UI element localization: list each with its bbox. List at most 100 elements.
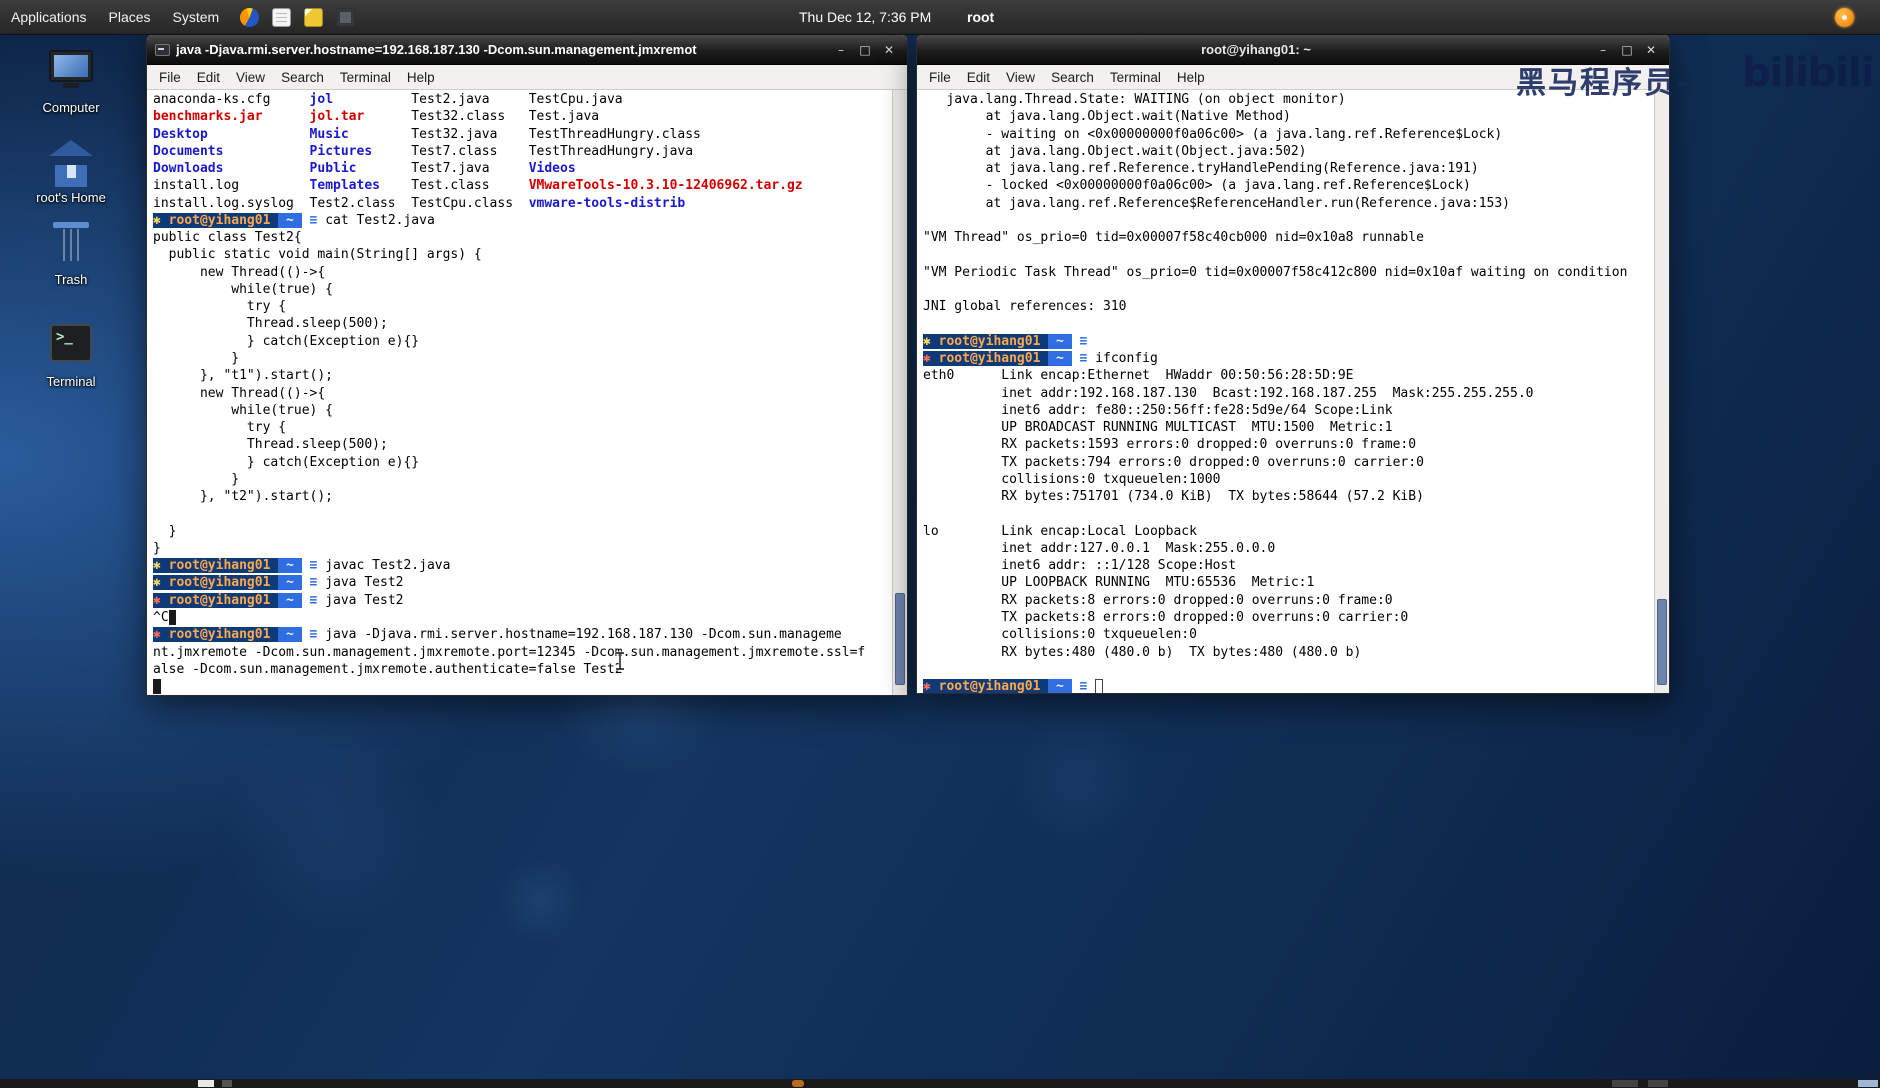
terminal-line: public class Test2{ bbox=[153, 230, 302, 246]
terminal-line: at java.lang.Object.wait(Object.java:502… bbox=[923, 143, 1307, 159]
terminal-line: } bbox=[153, 540, 161, 556]
terminal-line: anaconda-ks.cfg jol Test2.java TestCpu.j… bbox=[153, 92, 623, 107]
terminal-line: ✱ root@yihang01 ~ ≡ java -Djava.rmi.serv… bbox=[153, 627, 842, 643]
taskbar-item[interactable] bbox=[1648, 1080, 1668, 1087]
terminal-line: lo Link encap:Local Loopback bbox=[923, 523, 1197, 539]
terminal-line: ✱ root@yihang01 ~ ≡ cat Test2.java bbox=[153, 212, 435, 228]
terminal-output: java.lang.Thread.State: WAITING (on obje… bbox=[917, 90, 1669, 693]
terminal-line: RX bytes:480 (480.0 b) TX bytes:480 (480… bbox=[923, 644, 1362, 660]
terminal-line: Downloads Public Test7.java Videos bbox=[153, 161, 576, 177]
desktop-icon-label: root's Home bbox=[36, 190, 106, 205]
w2-menu-edit[interactable]: Edit bbox=[959, 68, 998, 87]
w2-menu-file[interactable]: File bbox=[921, 68, 959, 87]
home-icon bbox=[47, 140, 95, 187]
terminal-output: anaconda-ks.cfg jol Test2.java TestCpu.j… bbox=[147, 90, 907, 695]
editor-icon[interactable] bbox=[272, 7, 292, 27]
workspace-switcher[interactable] bbox=[1858, 1080, 1878, 1087]
terminal-window-left: java -Djava.rmi.server.hostname=192.168.… bbox=[146, 34, 908, 696]
w1-menu-view[interactable]: View bbox=[228, 68, 273, 87]
terminal-line: new Thread(()->{ bbox=[153, 264, 326, 280]
terminal-line: TX packets:794 errors:0 dropped:0 overru… bbox=[923, 454, 1424, 470]
bottom-taskbar bbox=[0, 1079, 1880, 1088]
notification-icon[interactable] bbox=[1835, 8, 1854, 27]
terminal-line: }, "t1").start(); bbox=[153, 368, 334, 384]
scrollbar[interactable] bbox=[892, 90, 907, 695]
close-button[interactable]: ✕ bbox=[1641, 43, 1661, 57]
desktop-icon-terminal[interactable]: >_ Terminal bbox=[16, 322, 126, 389]
terminal-line: } bbox=[153, 471, 240, 487]
desktop-icon-label: Terminal bbox=[46, 374, 96, 389]
minimize-button[interactable]: – bbox=[1593, 43, 1613, 57]
terminal-line: nt.jmxremote -Dcom.sun.management.jmxrem… bbox=[153, 644, 866, 660]
w1-menu-search[interactable]: Search bbox=[273, 68, 332, 87]
terminal-line: public static void main(String[] args) { bbox=[153, 247, 482, 263]
terminal-line: ✱ root@yihang01 ~ ≡ bbox=[923, 333, 1096, 349]
taskbar-item[interactable] bbox=[222, 1080, 232, 1087]
terminal-screen[interactable]: anaconda-ks.cfg jol Test2.java TestCpu.j… bbox=[147, 90, 907, 695]
desktop-icon-label: Trash bbox=[54, 272, 88, 287]
terminal-line: RX bytes:751701 (734.0 KiB) TX bytes:586… bbox=[923, 489, 1424, 505]
terminal-line: JNI global references: 310 bbox=[923, 299, 1127, 315]
bilibili-logo: bilibili bbox=[1742, 50, 1875, 96]
panel-menu-system[interactable]: System bbox=[162, 9, 231, 25]
desktop-icon-computer[interactable]: Computer bbox=[16, 50, 126, 115]
notes-icon[interactable] bbox=[304, 7, 324, 27]
scrollbar-thumb[interactable] bbox=[895, 593, 905, 685]
terminal-line: at java.lang.ref.Reference.tryHandlePend… bbox=[923, 161, 1479, 177]
w2-menu-terminal[interactable]: Terminal bbox=[1102, 68, 1169, 87]
terminal-line: benchmarks.jar jol.tar Test32.class Test… bbox=[153, 109, 600, 125]
close-button[interactable]: ✕ bbox=[879, 43, 899, 57]
w1-menu-edit[interactable]: Edit bbox=[189, 68, 228, 87]
firefox-icon[interactable] bbox=[240, 7, 260, 27]
clock[interactable]: Thu Dec 12, 7:36 PM bbox=[799, 0, 931, 35]
terminal-line: try { bbox=[153, 420, 287, 436]
computer-icon bbox=[47, 50, 95, 96]
scrollbar-thumb[interactable] bbox=[1657, 599, 1667, 685]
taskbar-item[interactable] bbox=[198, 1080, 214, 1087]
terminal-line: install.log.syslog Test2.class TestCpu.c… bbox=[153, 195, 686, 211]
w2-menu-search[interactable]: Search bbox=[1043, 68, 1102, 87]
w1-menu-terminal[interactable]: Terminal bbox=[332, 68, 399, 87]
maximize-button[interactable]: □ bbox=[1617, 43, 1637, 57]
minimize-button[interactable]: – bbox=[831, 43, 851, 57]
panel-menu-places[interactable]: Places bbox=[98, 9, 162, 25]
window-controls: – □ ✕ bbox=[831, 43, 899, 57]
terminal-line: inet6 addr: fe80::250:56ff:fe28:5d9e/64 … bbox=[923, 402, 1393, 418]
window-title: root@yihang01: ~ bbox=[1201, 42, 1311, 57]
terminal-line: Documents Pictures Test7.class TestThrea… bbox=[153, 143, 694, 159]
trash-icon bbox=[47, 222, 95, 268]
terminal-line: Thread.sleep(500); bbox=[153, 316, 388, 332]
terminal-line: ✱ root@yihang01 ~ ≡ java Test2 bbox=[153, 575, 404, 591]
panel-username: root bbox=[967, 9, 995, 25]
terminal-line: ^C bbox=[153, 609, 901, 626]
maximize-button[interactable]: □ bbox=[855, 43, 875, 57]
terminal-line: UP BROADCAST RUNNING MULTICAST MTU:1500 … bbox=[923, 420, 1393, 436]
taskbar-item[interactable] bbox=[1612, 1080, 1638, 1087]
terminal-line: RX packets:1593 errors:0 dropped:0 overr… bbox=[923, 437, 1417, 453]
w2-menu-help[interactable]: Help bbox=[1169, 68, 1213, 87]
terminal-window-icon bbox=[155, 43, 170, 56]
titlebar[interactable]: java -Djava.rmi.server.hostname=192.168.… bbox=[147, 35, 907, 65]
terminal-screen[interactable]: java.lang.Thread.State: WAITING (on obje… bbox=[917, 90, 1669, 693]
screenshot-icon[interactable] bbox=[336, 7, 356, 27]
w1-menu-help[interactable]: Help bbox=[399, 68, 443, 87]
terminal-line: at java.lang.ref.Reference$ReferenceHand… bbox=[923, 195, 1510, 211]
w1-menu-file[interactable]: File bbox=[151, 68, 189, 87]
desktop-icon-trash[interactable]: Trash bbox=[16, 220, 126, 287]
terminal-line: try { bbox=[153, 299, 287, 315]
panel-menu-applications[interactable]: Applications bbox=[0, 9, 98, 25]
w2-menu-view[interactable]: View bbox=[998, 68, 1043, 87]
terminal-line: "VM Periodic Task Thread" os_prio=0 tid=… bbox=[923, 264, 1628, 280]
terminal-line: alse -Dcom.sun.management.jmxremote.auth… bbox=[153, 661, 623, 677]
desktop-icon-home[interactable]: root's Home bbox=[16, 140, 126, 205]
terminal-line: "VM Thread" os_prio=0 tid=0x00007f58c40c… bbox=[923, 230, 1424, 246]
window-controls: – □ ✕ bbox=[1593, 43, 1661, 57]
scrollbar[interactable] bbox=[1654, 90, 1669, 693]
terminal-line: inet6 addr: ::1/128 Scope:Host bbox=[923, 558, 1237, 574]
taskbar-tray-icon[interactable] bbox=[792, 1080, 804, 1087]
panel-menus: Applications Places System bbox=[0, 0, 230, 35]
